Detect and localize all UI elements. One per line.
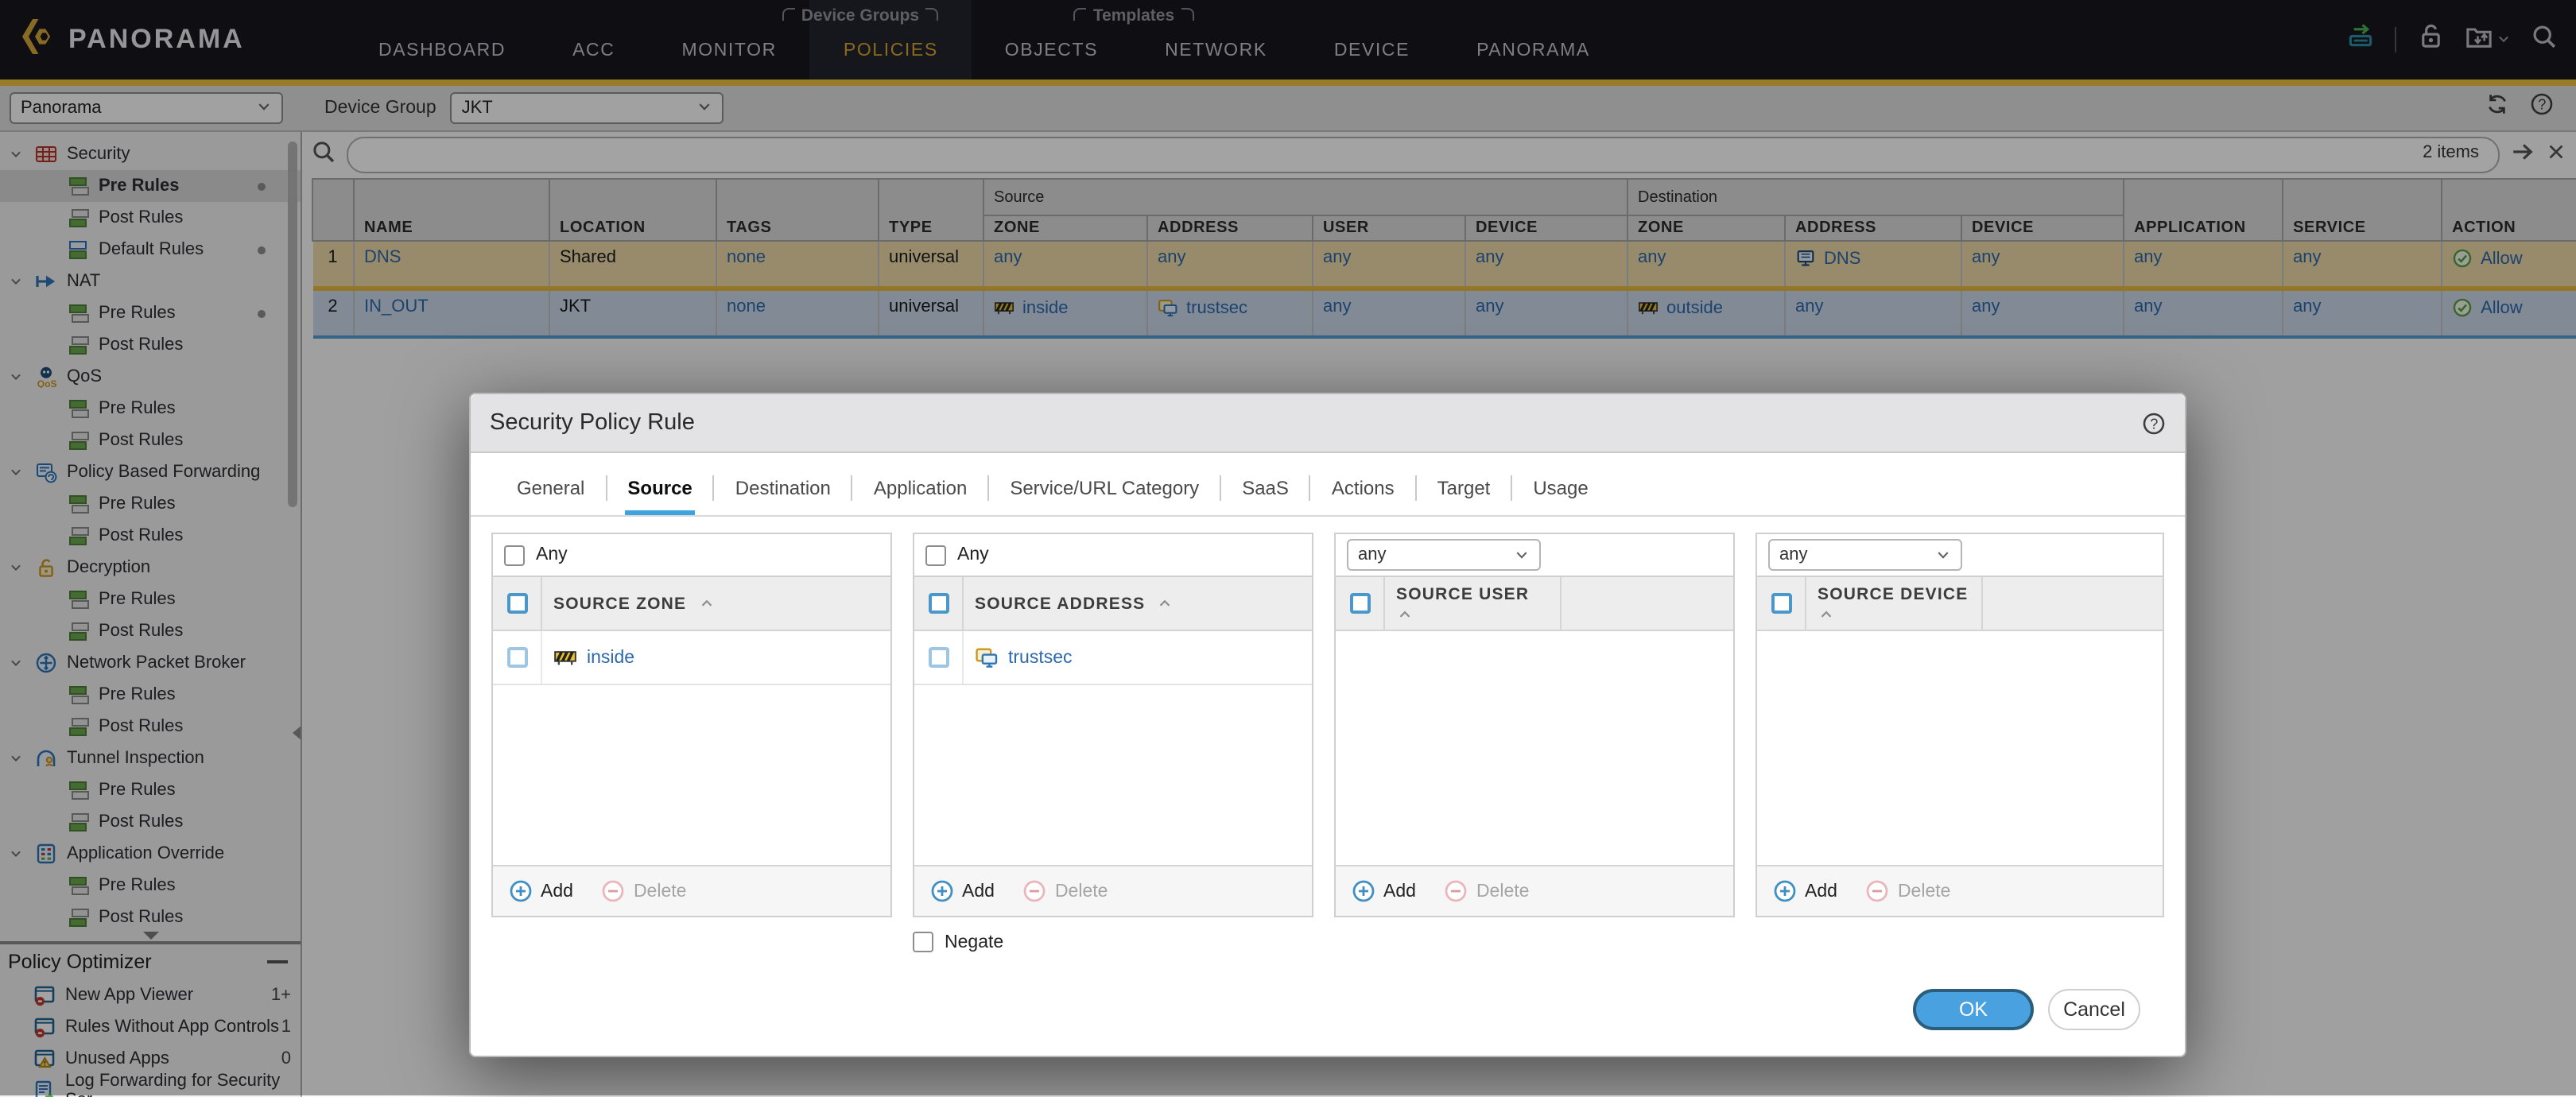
list-header: SOURCE USER: [1336, 577, 1733, 631]
negate-row: Negate: [913, 932, 2185, 952]
security-policy-rule-dialog: Security Policy Rule ? GeneralSourceDest…: [469, 393, 2186, 1057]
select-all-checkbox[interactable]: [506, 593, 527, 614]
list-item[interactable]: trustsec: [914, 631, 1312, 685]
ok-button[interactable]: OK: [1913, 989, 2034, 1030]
delete-button[interactable]: Delete: [602, 879, 687, 903]
dialog-tab-destination[interactable]: Destination: [715, 475, 853, 501]
source-user-select[interactable]: any: [1347, 539, 1541, 571]
delete-button[interactable]: Delete: [1445, 879, 1530, 903]
delete-button[interactable]: Delete: [1866, 879, 1951, 903]
list-header: SOURCE ZONE: [493, 577, 890, 631]
cancel-button[interactable]: Cancel: [2048, 989, 2140, 1030]
negate-checkbox[interactable]: [913, 932, 933, 952]
add-button[interactable]: Add: [1352, 879, 1416, 903]
dialog-tab-application[interactable]: Application: [853, 475, 989, 501]
any-checkbox[interactable]: [925, 545, 946, 565]
dialog-tab-target[interactable]: Target: [1417, 475, 1513, 501]
add-button[interactable]: Add: [1773, 879, 1837, 903]
dialog-title: Security Policy Rule: [490, 410, 695, 436]
zone-icon: [553, 645, 577, 669]
dialog-tabs: GeneralSourceDestinationApplicationServi…: [471, 453, 2185, 501]
select-all-checkbox[interactable]: [1349, 593, 1370, 614]
item-link[interactable]: trustsec: [1008, 648, 1073, 667]
row-checkbox[interactable]: [928, 647, 949, 668]
dialog-tab-source[interactable]: Source: [607, 475, 714, 501]
column-source-address: Any SOURCE ADDRESS trustsec Add Delete: [913, 533, 1313, 917]
sort-header[interactable]: SOURCE USER: [1385, 577, 1562, 630]
column-source-user: any SOURCE USER Add Delete: [1334, 533, 1735, 917]
any-row: Any: [913, 533, 1313, 577]
value-row: any: [1755, 533, 2164, 577]
dialog-tab-general[interactable]: General: [496, 475, 607, 501]
list-footer: Add Delete: [1757, 865, 2163, 916]
row-checkbox[interactable]: [506, 647, 527, 668]
dialog-title-bar: Security Policy Rule ?: [471, 394, 2185, 453]
list-footer: Add Delete: [1336, 865, 1733, 916]
sort-header[interactable]: SOURCE ZONE: [542, 577, 890, 630]
svg-text:?: ?: [2150, 415, 2158, 431]
help-icon[interactable]: ?: [2142, 411, 2166, 435]
delete-button[interactable]: Delete: [1023, 879, 1108, 903]
list-footer: Add Delete: [493, 865, 890, 916]
dialog-tab-actions[interactable]: Actions: [1311, 475, 1417, 501]
select-all-checkbox[interactable]: [928, 593, 949, 614]
list-footer: Add Delete: [914, 865, 1312, 916]
add-button[interactable]: Add: [509, 879, 573, 903]
source-device-select[interactable]: any: [1768, 539, 1962, 571]
dialog-tab-saas[interactable]: SaaS: [1221, 475, 1311, 501]
list-header: SOURCE DEVICE: [1757, 577, 2163, 631]
negate-label: Negate: [945, 932, 1003, 952]
list-header: SOURCE ADDRESS: [914, 577, 1312, 631]
column-source-zone: Any SOURCE ZONE inside Add Delete: [491, 533, 892, 917]
add-button[interactable]: Add: [930, 879, 995, 903]
item-link[interactable]: inside: [587, 648, 634, 667]
list-item[interactable]: inside: [493, 631, 890, 685]
any-row: Any: [491, 533, 892, 577]
any-checkbox[interactable]: [504, 545, 525, 565]
column-source-device: any SOURCE DEVICE Add Delete: [1755, 533, 2164, 917]
address-group-icon: [975, 645, 999, 669]
value-row: any: [1334, 533, 1735, 577]
sort-header[interactable]: SOURCE ADDRESS: [964, 577, 1312, 630]
select-all-checkbox[interactable]: [1771, 593, 1791, 614]
sort-header[interactable]: SOURCE DEVICE: [1806, 577, 1983, 630]
dialog-tab-service-url-category[interactable]: Service/URL Category: [989, 475, 1221, 501]
dialog-tab-usage[interactable]: Usage: [1512, 475, 1608, 501]
